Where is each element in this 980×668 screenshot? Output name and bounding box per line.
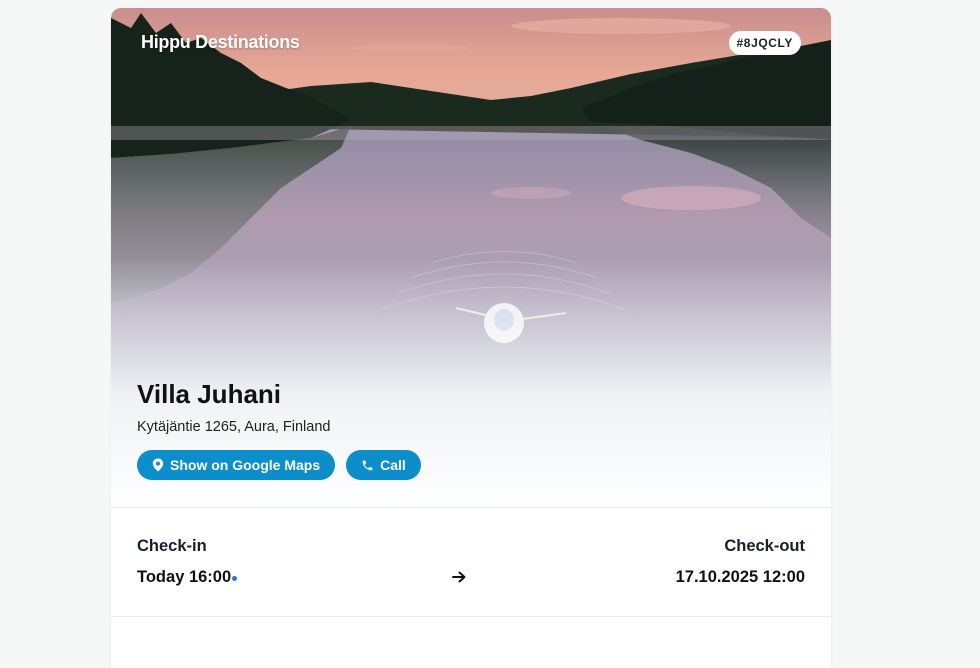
checkin-label: Check-in — [137, 537, 207, 555]
phone-icon — [362, 460, 373, 470]
booking-code-badge: #8JQCLY — [728, 31, 801, 55]
action-buttons: Show on Google Maps Call — [137, 450, 421, 480]
brand-logo[interactable]: Hippu Destinations — [141, 32, 300, 53]
arrow-right-icon — [452, 571, 466, 583]
call-button[interactable]: Call — [346, 450, 421, 480]
checkin-block: Check-in Today 16:00 — [137, 537, 238, 587]
checkout-label: Check-out — [724, 537, 805, 555]
checkout-block: Check-out 17.10.2025 12:00 — [676, 537, 805, 587]
call-button-label: Call — [380, 457, 406, 473]
show-on-google-maps-button[interactable]: Show on Google Maps — [137, 450, 336, 480]
checkin-value: Today 16:00 — [137, 568, 232, 586]
checkin-value-row: Today 16:00 — [137, 568, 238, 587]
section-divider — [111, 507, 831, 508]
booking-card: Hippu Destinations #8JQCLY Villa Juhani … — [111, 8, 831, 668]
section-divider — [111, 616, 831, 617]
today-indicator-dot — [232, 576, 238, 581]
maps-button-label: Show on Google Maps — [170, 457, 321, 473]
checkout-value: 17.10.2025 12:00 — [675, 568, 805, 586]
property-title: Villa Juhani — [137, 379, 282, 409]
property-address: Kytäjäntie 1265, Aura, Finland — [137, 419, 331, 435]
map-pin-icon — [152, 458, 164, 472]
checkout-value-row: 17.10.2025 12:00 — [676, 568, 805, 587]
